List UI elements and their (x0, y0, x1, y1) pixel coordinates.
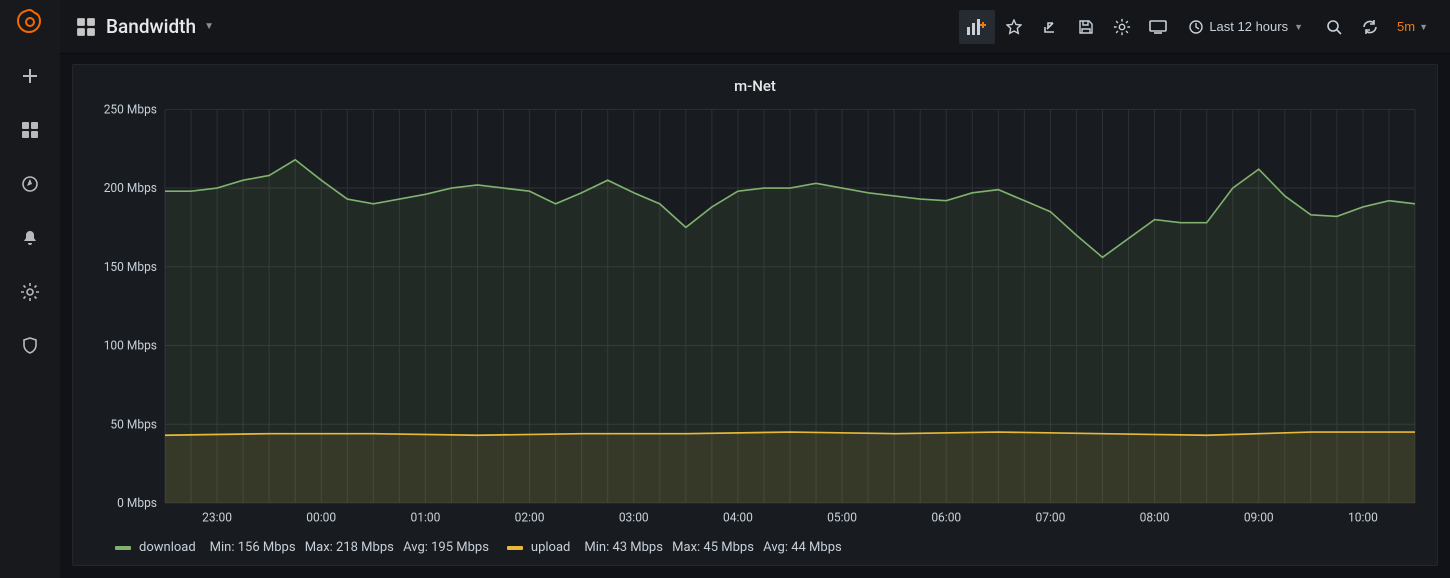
dashboards-icon[interactable] (0, 112, 60, 148)
share-button[interactable] (1033, 10, 1067, 44)
panel-m-net: m-Net 0 Mbps 50 Mbps 100 Mbps 150 Mbps 200 M… (72, 64, 1438, 566)
refresh-interval-label: 5m (1397, 19, 1415, 34)
refresh-interval-button[interactable]: 5m ▼ (1389, 10, 1436, 44)
save-button[interactable] (1069, 10, 1103, 44)
alerting-bell-icon[interactable] (0, 220, 60, 256)
legend-swatch (115, 546, 131, 550)
svg-text:03:00: 03:00 (619, 510, 649, 524)
svg-text:23:00: 23:00 (202, 510, 232, 524)
settings-button[interactable] (1105, 10, 1139, 44)
plus-icon[interactable] (0, 58, 60, 94)
legend-name: upload (531, 540, 570, 555)
refresh-button[interactable] (1353, 10, 1387, 44)
svg-text:04:00: 04:00 (723, 510, 753, 524)
svg-text:09:00: 09:00 (1244, 510, 1274, 524)
dashboard-grid-icon[interactable] (76, 17, 96, 37)
time-range-button[interactable]: Last 12 hours ▼ (1177, 10, 1315, 44)
grafana-logo[interactable] (13, 6, 47, 40)
legend-entry-download[interactable]: download Min: 156 Mbps Max: 218 Mbps Avg… (115, 540, 489, 555)
cycle-view-button[interactable] (1141, 10, 1175, 44)
legend-entry-upload[interactable]: upload Min: 43 Mbps Max: 45 Mbps Avg: 44… (507, 540, 842, 555)
svg-text:200 Mbps: 200 Mbps (104, 181, 157, 195)
svg-text:05:00: 05:00 (827, 510, 857, 524)
shield-icon[interactable] (0, 328, 60, 364)
svg-text:00:00: 00:00 (306, 510, 336, 524)
svg-text:250 Mbps: 250 Mbps (104, 102, 157, 116)
svg-text:06:00: 06:00 (931, 510, 961, 524)
svg-text:150 Mbps: 150 Mbps (104, 260, 157, 274)
topbar: Bandwidth ▼ Last 12 hours ▼ 5m (60, 0, 1450, 54)
add-panel-button[interactable] (959, 10, 995, 44)
sidebar (0, 0, 60, 578)
dashboard-title[interactable]: Bandwidth (106, 15, 196, 38)
chart[interactable]: 0 Mbps 50 Mbps 100 Mbps 150 Mbps 200 Mbps 250… (85, 99, 1425, 534)
explore-icon[interactable] (0, 166, 60, 202)
svg-text:02:00: 02:00 (515, 510, 545, 524)
chevron-down-icon[interactable]: ▼ (204, 21, 214, 32)
chevron-down-icon: ▼ (1419, 22, 1428, 32)
svg-text:10:00: 10:00 (1348, 510, 1378, 524)
svg-text:100 Mbps: 100 Mbps (104, 338, 157, 352)
chevron-down-icon: ▼ (1294, 22, 1303, 32)
svg-text:08:00: 08:00 (1140, 510, 1170, 524)
svg-text:01:00: 01:00 (410, 510, 440, 524)
legend-stats: Min: 43 Mbps Max: 45 Mbps Avg: 44 Mbps (578, 540, 841, 555)
config-gear-icon[interactable] (0, 274, 60, 310)
zoom-out-button[interactable] (1317, 10, 1351, 44)
legend: download Min: 156 Mbps Max: 218 Mbps Avg… (85, 534, 1425, 555)
svg-text:0 Mbps: 0 Mbps (117, 496, 157, 510)
legend-stats: Min: 156 Mbps Max: 218 Mbps Avg: 195 Mbp… (204, 540, 489, 555)
legend-swatch (507, 546, 523, 550)
panel-title[interactable]: m-Net (85, 77, 1425, 95)
legend-name: download (139, 540, 196, 555)
svg-text:07:00: 07:00 (1035, 510, 1065, 524)
svg-text:50 Mbps: 50 Mbps (110, 417, 157, 431)
toolbar: Last 12 hours ▼ 5m ▼ (957, 10, 1436, 44)
star-button[interactable] (997, 10, 1031, 44)
time-range-label: Last 12 hours (1209, 19, 1288, 34)
